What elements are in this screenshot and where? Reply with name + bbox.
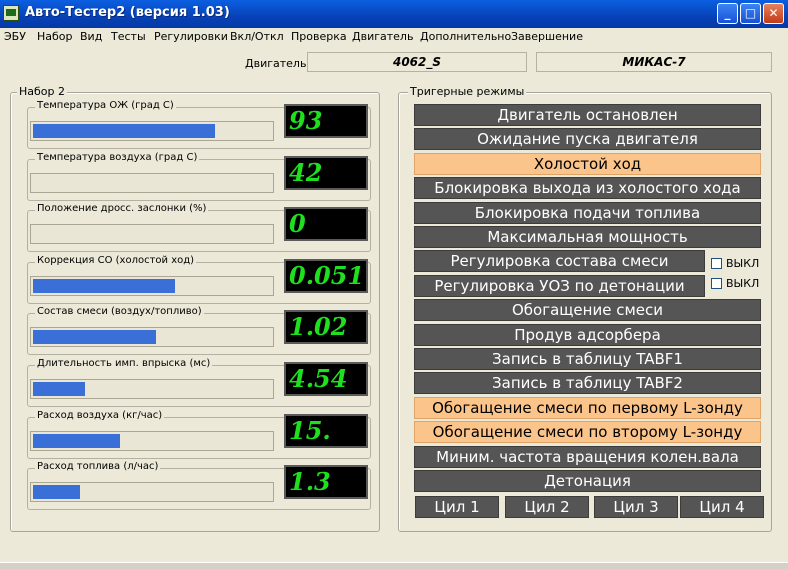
param-bar xyxy=(30,275,274,296)
param-row: Длительность имп. впрыска (мс) 4.54 xyxy=(27,358,371,407)
param-value-display: 4.54 xyxy=(284,362,368,396)
param-label: Расход топлива (л/час) xyxy=(35,461,161,473)
param-label: Температура ОЖ (град С) xyxy=(35,100,176,111)
trigger-mode-indicator: Блокировка подачи топлива xyxy=(414,201,761,224)
menu-adjustments[interactable]: Регулировки xyxy=(154,30,228,43)
checkbox-label: ВЫКЛ xyxy=(726,277,760,290)
trigger-mode-indicator: Обогащение смеси xyxy=(414,299,761,322)
trigger-mode-indicator: Продув адсорбера xyxy=(414,323,761,346)
trigger-group-title: Тригерные режимы xyxy=(408,85,527,98)
param-bar xyxy=(30,121,274,141)
menu-on-off[interactable]: Вкл/Откл xyxy=(230,30,284,43)
param-bar xyxy=(30,482,274,503)
param-bar xyxy=(30,430,274,451)
param-bar-fill xyxy=(33,330,156,345)
set-group-title: Набор 2 xyxy=(17,85,68,98)
checkbox-box[interactable] xyxy=(711,278,722,289)
trigger-mode-indicator: Детонация xyxy=(414,470,761,492)
menu-bar: ЭБУ Набор Вид Тесты Регулировки Вкл/Откл… xyxy=(0,28,788,46)
cylinder-3-indicator: Цил 3 xyxy=(594,496,678,518)
param-row: Расход воздуха (кг/час) 15. xyxy=(27,409,371,459)
ecu-type-field: МИКАС-7 xyxy=(536,52,772,72)
engine-model-field: 4062_S xyxy=(307,52,527,72)
trigger-mode-indicator: Миним. частота вращения колен.вала xyxy=(414,445,761,468)
menu-ebu[interactable]: ЭБУ xyxy=(4,30,26,43)
param-label: Расход воздуха (кг/час) xyxy=(35,409,165,421)
trigger-mode-indicator: Запись в таблицу TABF2 xyxy=(414,372,761,395)
trigger-mode-indicator: Обогащение смеси по первому L-зонду xyxy=(414,396,761,419)
param-label: Коррекция СО (холостой ход) xyxy=(35,254,197,266)
menu-check[interactable]: Проверка xyxy=(291,30,347,43)
trigger-mode-indicator: Блокировка выхода из холостого хода xyxy=(414,177,761,200)
param-value-display: 0 xyxy=(284,207,368,242)
cylinder-2-indicator: Цил 2 xyxy=(505,496,589,518)
param-bar-fill xyxy=(33,124,215,138)
param-row: Расход топлива (л/час) 1.3 xyxy=(27,461,371,511)
trigger-mode-indicator: Регулировка УОЗ по детонации xyxy=(414,274,705,297)
trigger-mode-indicator: Регулировка состава смеси xyxy=(414,250,705,273)
trigger-mode-indicator: Холостой ход xyxy=(414,152,761,175)
title-bar: Авто-Тестер2 (версия 1.03) _ □ ✕ xyxy=(0,0,788,28)
param-row: Положение дросс. заслонки (%) 0 xyxy=(27,203,371,253)
menu-exit[interactable]: Завершение xyxy=(511,30,583,43)
trigger-mode-indicator: Обогащение смеси по второму L-зонду xyxy=(414,421,761,444)
menu-nabor[interactable]: Набор xyxy=(37,30,73,43)
close-button[interactable]: ✕ xyxy=(763,3,784,24)
param-label: Положение дросс. заслонки (%) xyxy=(35,203,209,215)
param-bar xyxy=(30,224,274,245)
param-label: Температура воздуха (град С) xyxy=(35,151,200,163)
param-row: Температура воздуха (град С) 42 xyxy=(27,151,371,201)
mixture-off-checkbox[interactable]: ВЫКЛ xyxy=(711,257,759,270)
param-label: Состав смеси (воздух/топливо) xyxy=(35,306,204,318)
checkbox-box[interactable] xyxy=(711,258,722,269)
window-title: Авто-Тестер2 (версия 1.03) xyxy=(25,5,230,20)
menu-engine[interactable]: Двигатель xyxy=(352,30,413,43)
app-icon xyxy=(3,5,19,21)
menu-tests[interactable]: Тесты xyxy=(111,30,146,43)
param-row: Состав смеси (воздух/топливо) 1.02 xyxy=(27,306,371,356)
param-bar-fill xyxy=(33,278,175,293)
param-value-display: 1.02 xyxy=(284,310,368,345)
maximize-button[interactable]: □ xyxy=(740,3,761,24)
cylinder-4-indicator: Цил 4 xyxy=(680,496,764,518)
param-bar-fill xyxy=(33,433,120,448)
param-row: Коррекция СО (холостой ход) 0.051 xyxy=(27,254,371,304)
param-bar-fill xyxy=(33,485,80,500)
trigger-mode-indicator: Запись в таблицу TABF1 xyxy=(414,348,761,370)
trigger-mode-indicator: Максимальная мощность xyxy=(414,226,761,248)
param-label: Длительность имп. впрыска (мс) xyxy=(35,358,213,369)
param-row: Температура ОЖ (град С) 93 xyxy=(27,100,371,149)
knock-off-checkbox[interactable]: ВЫКЛ xyxy=(711,277,759,290)
param-value-display: 1.3 xyxy=(284,465,368,500)
param-bar xyxy=(30,379,274,399)
param-value-display: 15. xyxy=(284,413,368,448)
cylinder-1-indicator: Цил 1 xyxy=(415,496,499,518)
checkbox-label: ВЫКЛ xyxy=(726,257,760,270)
param-bar xyxy=(30,327,274,348)
param-bar xyxy=(30,172,274,193)
param-value-display: 93 xyxy=(284,104,368,138)
param-value-display: 42 xyxy=(284,155,368,190)
minimize-button[interactable]: _ xyxy=(717,3,738,24)
trigger-mode-indicator: Двигатель остановлен xyxy=(414,104,761,126)
trigger-mode-indicator: Ожидание пуска двигателя xyxy=(414,128,761,151)
param-value-display: 0.051 xyxy=(284,258,368,293)
param-bar-fill xyxy=(33,382,85,396)
menu-vid[interactable]: Вид xyxy=(80,30,102,43)
menu-extra[interactable]: Дополнительно xyxy=(420,30,511,43)
engine-label: Двигатель xyxy=(245,57,307,70)
